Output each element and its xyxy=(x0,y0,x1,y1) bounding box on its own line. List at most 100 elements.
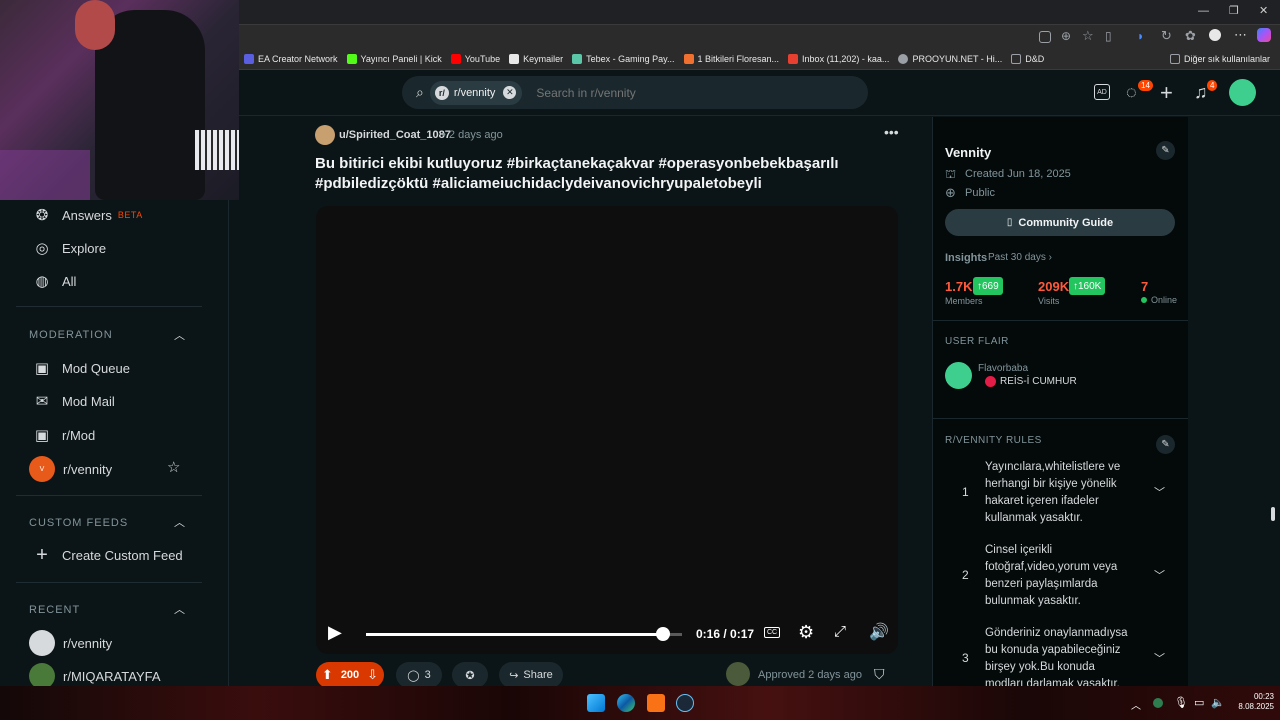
globe-icon xyxy=(898,53,909,64)
bookmark-other-folder[interactable]: Diğer sık kullanılanlar xyxy=(1169,53,1270,64)
search-bar[interactable]: ⌕ r/ r/vennity ✕ xyxy=(402,76,868,109)
bookmarks-bar: EA Creator Network Yayıncı Paneli | Kick… xyxy=(239,48,1280,70)
bookmark-tebex[interactable]: Tebex - Gaming Pay... xyxy=(572,53,675,64)
bitkiler-icon xyxy=(683,53,694,64)
captions-icon[interactable]: CC xyxy=(764,627,781,638)
extension-icon[interactable]: ◗ xyxy=(1137,29,1144,43)
steam-icon[interactable] xyxy=(676,694,694,712)
video-player[interactable]: ▶ 0:16 / 0:17 CC ⚙ ⤢ 🔊 xyxy=(316,206,898,654)
edge-browser-icon[interactable] xyxy=(617,694,635,712)
vpn-icon[interactable] xyxy=(1209,29,1221,41)
windows-taskbar xyxy=(0,686,1280,720)
person-figure xyxy=(75,0,115,50)
bookmark-keymailer[interactable]: Keymailer xyxy=(509,53,563,64)
chevron-up-icon[interactable]: ︿ xyxy=(174,327,185,343)
app-icon[interactable] xyxy=(647,694,665,712)
advertise-icon[interactable]: AD xyxy=(1094,84,1110,100)
nav-mod-mail[interactable]: ✉ Mod Mail xyxy=(33,392,115,410)
chevron-down-icon[interactable]: ﹀ xyxy=(1154,484,1165,500)
windows-start-icon[interactable] xyxy=(587,694,605,712)
nav-recent-vennity[interactable]: r/vennity xyxy=(29,630,112,656)
nav-create-custom-feed[interactable]: + Create Custom Feed xyxy=(33,543,183,566)
zoom-icon[interactable]: ⊕ xyxy=(1061,29,1071,43)
edit-pencil-icon[interactable]: ✎ xyxy=(1156,141,1175,160)
favorite-star-icon[interactable]: ☆ xyxy=(1082,28,1094,44)
microphone-icon[interactable]: 🎙 xyxy=(1174,696,1188,709)
fullscreen-icon[interactable]: ⤢ xyxy=(834,623,846,640)
search-input[interactable] xyxy=(536,85,837,100)
rule-item[interactable]: 2 Cinsel içerikli fotoğraf,video,yorum v… xyxy=(932,538,1188,616)
subreddit-search-chip[interactable]: r/ r/vennity ✕ xyxy=(429,80,523,105)
post-author[interactable]: u/Spirited_Coat_1087 xyxy=(339,129,451,141)
copilot-icon[interactable] xyxy=(1257,28,1271,42)
bookmark-ea-creator[interactable]: EA Creator Network xyxy=(244,53,338,64)
comments-button[interactable]: ◯ 3 xyxy=(396,662,442,688)
post-title[interactable]: Bu bitirici ekibi kutluyoruz #birkaçtane… xyxy=(315,154,905,194)
video-scrub-handle[interactable] xyxy=(656,627,671,641)
create-post-icon[interactable]: + xyxy=(1160,80,1173,106)
award-button[interactable]: ✪ xyxy=(452,662,488,688)
chevron-up-icon[interactable]: ︿ xyxy=(174,601,185,617)
tray-app-icon[interactable] xyxy=(1153,698,1163,708)
restore-icon[interactable]: ❐ xyxy=(1229,4,1239,17)
online-label: Online xyxy=(1151,295,1178,305)
bookmark-dnd[interactable]: D&D xyxy=(1011,53,1044,64)
video-time: 0:16 / 0:17 xyxy=(696,627,755,641)
settings-gear-icon[interactable]: ⚙ xyxy=(798,622,814,643)
plus-icon: + xyxy=(36,543,48,566)
chevron-up-icon[interactable]: ︿ xyxy=(174,514,185,530)
favorite-star-icon[interactable]: ☆ xyxy=(167,458,180,476)
recent-title: RECENT xyxy=(29,604,81,616)
nav-all[interactable]: ◍ All xyxy=(33,272,76,290)
volume-icon[interactable]: 🔊 xyxy=(869,622,889,642)
video-progress-track[interactable] xyxy=(366,633,682,636)
share-icon: ↪ xyxy=(509,669,519,682)
nav-mod-queue[interactable]: ▣ Mod Queue xyxy=(33,359,130,377)
more-options-icon[interactable]: ⋯ xyxy=(1234,27,1247,43)
page-scrollbar[interactable] xyxy=(1266,117,1280,686)
nav-answers[interactable]: ❂ Answers BETA xyxy=(33,206,143,224)
post-options-icon[interactable]: ••• xyxy=(884,124,899,140)
taskbar-clock[interactable]: 00:23 8.08.2025 xyxy=(1232,692,1274,712)
edit-pencil-icon[interactable]: ✎ xyxy=(1156,435,1175,454)
bookmark-prooyun[interactable]: PROOYUN.NET - Hi... xyxy=(898,53,1002,64)
mod-shield-icon[interactable]: ⛉ xyxy=(874,666,885,683)
downvote-icon[interactable]: ⇩ xyxy=(367,667,378,683)
chat-icon[interactable]: ◌ xyxy=(1126,82,1137,103)
chevron-down-icon[interactable]: ﹀ xyxy=(1154,567,1165,583)
flair-text[interactable]: REİS-İ CUMHUR xyxy=(1000,376,1077,387)
tray-chevron-icon[interactable]: ︿ xyxy=(1131,697,1141,712)
share-button[interactable]: ↪ Share xyxy=(499,662,563,688)
rule-item[interactable]: 3 Gönderiniz onaylanmadıysa bu konuda ya… xyxy=(932,621,1188,686)
insights-period[interactable]: Past 30 days › xyxy=(988,252,1052,263)
bookmark-youtube[interactable]: YouTube xyxy=(450,53,500,64)
upvote-icon[interactable]: ⬆ xyxy=(322,667,333,683)
chevron-down-icon[interactable]: ﹀ xyxy=(1154,650,1165,666)
close-window-icon[interactable]: ✕ xyxy=(1259,4,1268,17)
minimize-icon[interactable]: — xyxy=(1198,5,1209,17)
speaker-icon[interactable]: 🔈 xyxy=(1211,696,1225,709)
nav-r-mod[interactable]: ▣ r/Mod xyxy=(33,426,95,444)
rule-item[interactable]: 1 Yayıncılara,whitelistlere ve herhangi … xyxy=(932,455,1188,533)
user-avatar[interactable] xyxy=(1229,79,1256,106)
community-guide-button[interactable]: ▯ Community Guide xyxy=(945,209,1175,236)
play-icon[interactable]: ▶ xyxy=(328,622,342,643)
bookmark-inbox[interactable]: Inbox (11,202) - kaa... xyxy=(788,53,889,64)
extensions-icon[interactable]: ✿ xyxy=(1185,28,1196,44)
bookmark-kick[interactable]: Yayıncı Paneli | Kick xyxy=(346,53,442,64)
nav-explore[interactable]: ◎ Explore xyxy=(33,239,106,257)
reader-icon[interactable] xyxy=(1039,31,1051,43)
notification-bell-icon[interactable]: ♫ xyxy=(1194,82,1208,103)
all-icon: ◍ xyxy=(35,273,49,290)
clear-chip-icon[interactable]: ✕ xyxy=(503,86,517,99)
bookmark-bitkiler[interactable]: 1 Bitkileri Floresan... xyxy=(683,53,779,64)
nav-r-vennity[interactable]: V r/vennity xyxy=(29,456,112,482)
split-screen-icon[interactable]: ▯ xyxy=(1105,29,1112,43)
scrollbar-thumb[interactable] xyxy=(1271,507,1275,521)
tebex-icon xyxy=(572,53,583,64)
visits-value: 209K xyxy=(1038,279,1070,294)
refresh-icon[interactable]: ↻ xyxy=(1161,28,1172,44)
display-icon[interactable]: ▭ xyxy=(1194,696,1204,709)
moderator-avatar xyxy=(726,662,750,686)
author-avatar[interactable] xyxy=(315,125,335,145)
